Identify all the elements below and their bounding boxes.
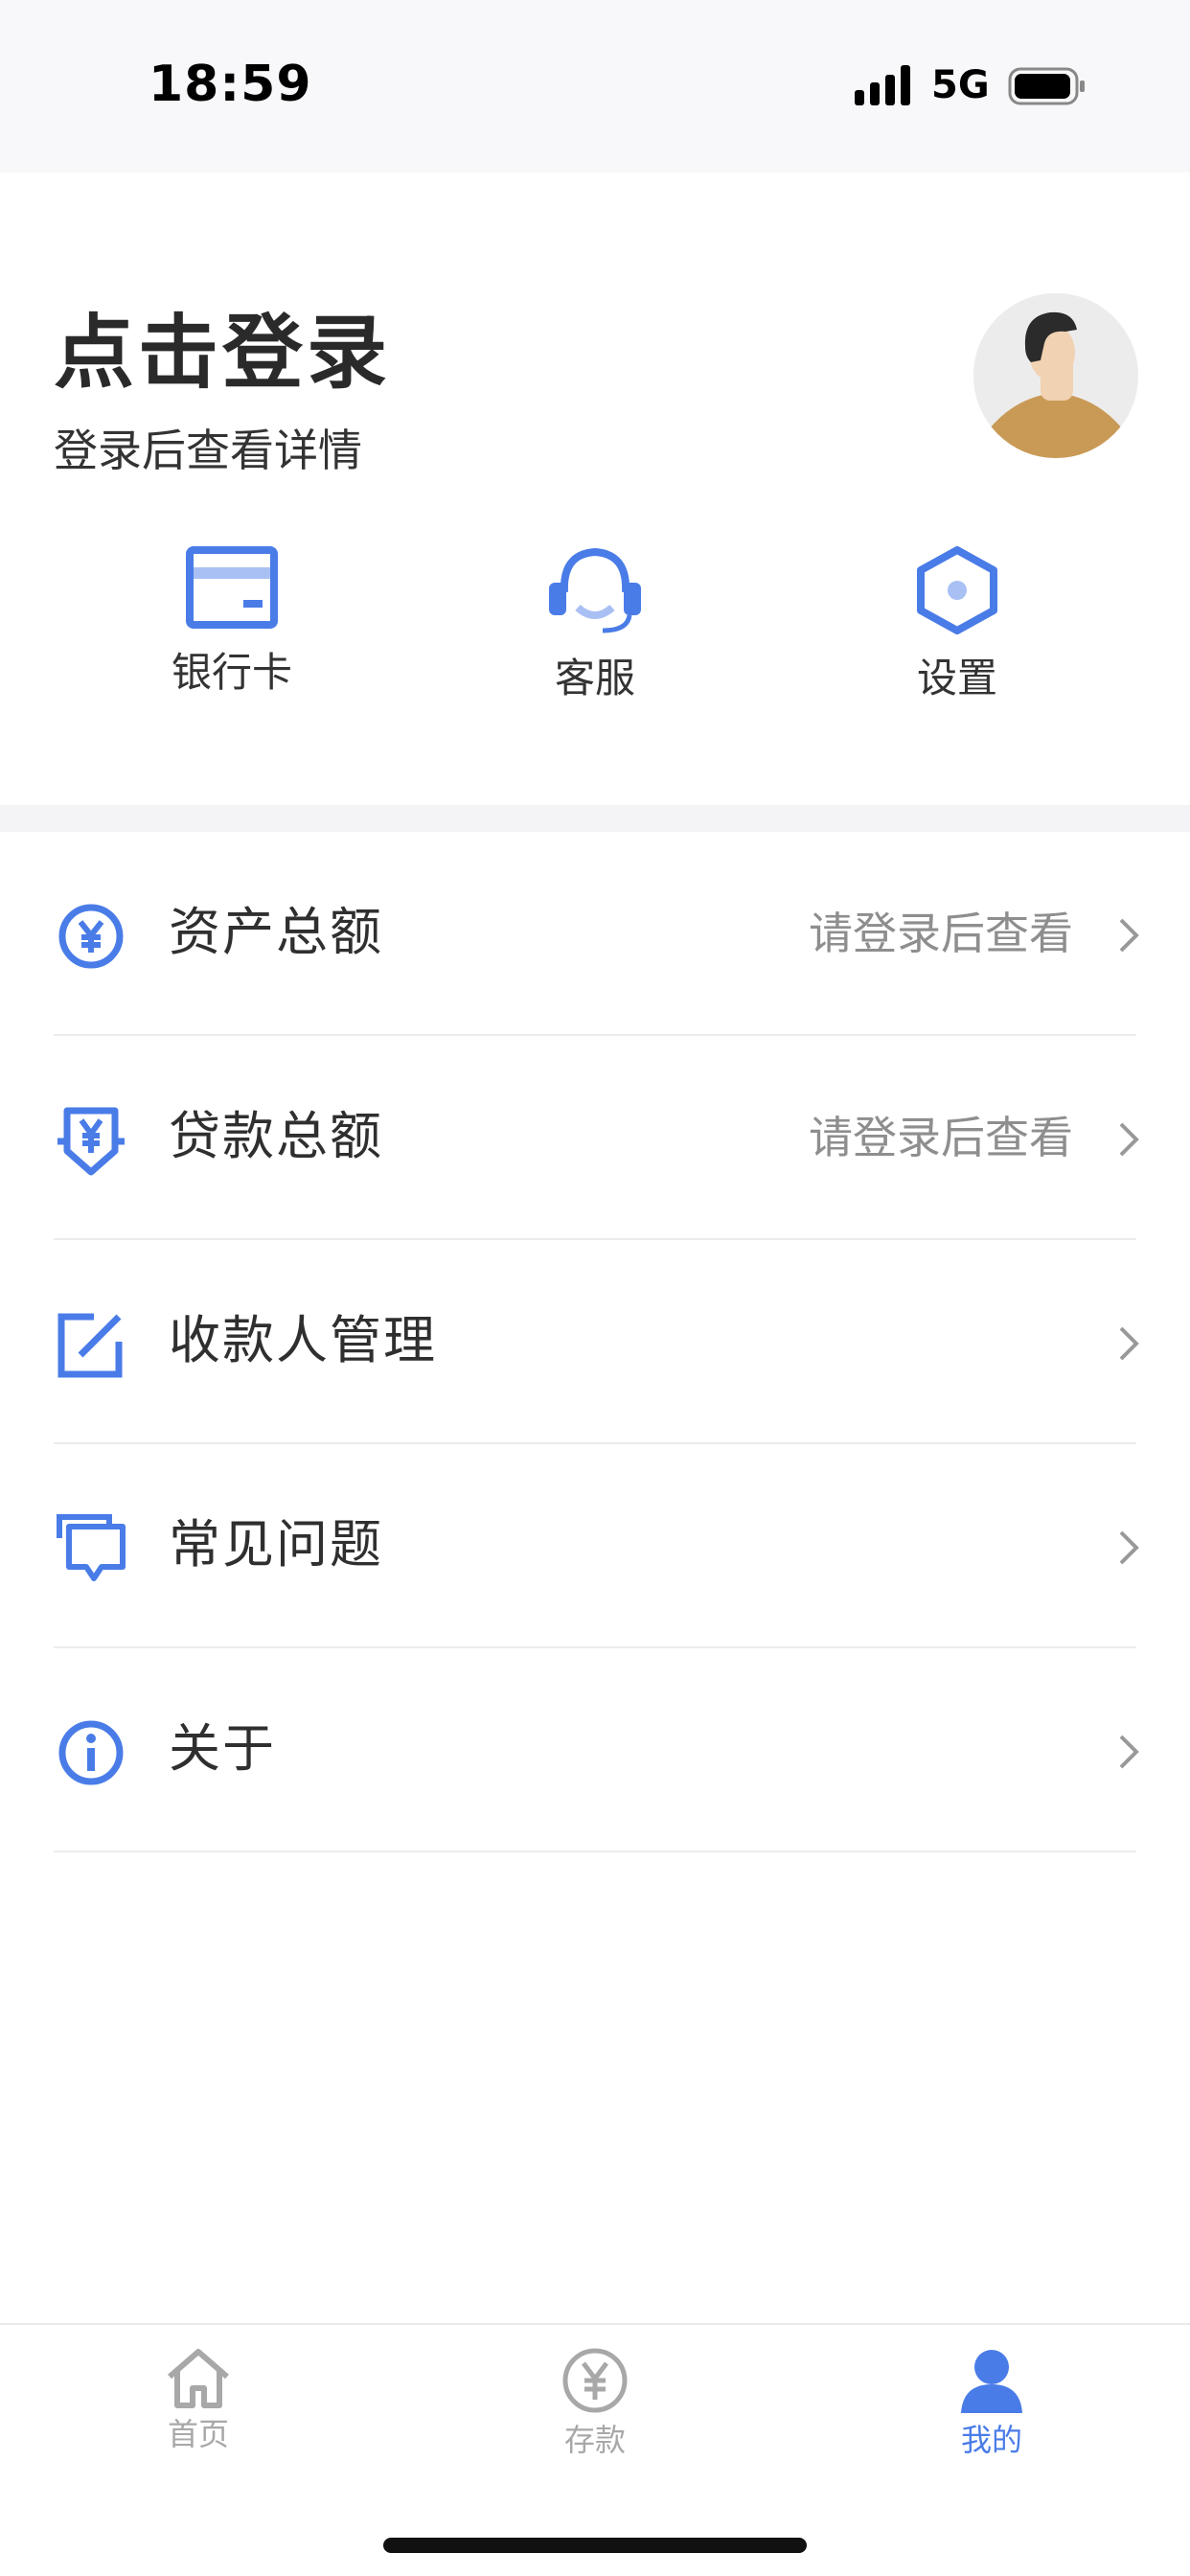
battery-icon <box>1008 67 1085 105</box>
yen-coin-icon <box>562 2348 628 2413</box>
menu-label: 收款人管理 <box>169 1310 437 1370</box>
tab-mine-label: 我的 <box>960 2422 1022 2458</box>
menu-item-about[interactable]: 关于 <box>0 1648 1190 1852</box>
section-separator <box>0 805 1190 832</box>
login-subtitle: 登录后查看详情 <box>54 425 362 476</box>
signal-icon <box>855 65 910 105</box>
tab-deposit[interactable]: 存款 <box>499 2346 691 2459</box>
home-icon <box>168 2349 229 2408</box>
bank-card-label: 银行卡 <box>171 649 292 696</box>
menu-hint: 请登录后查看 <box>809 1112 1073 1163</box>
menu-hint: 请登录后查看 <box>809 908 1073 959</box>
bank-card-button[interactable]: 银行卡 <box>107 546 356 728</box>
menu-item-faq[interactable]: 常见问题 <box>0 1444 1190 1648</box>
menu-label: 贷款总额 <box>169 1106 383 1166</box>
menu-item-total-loans[interactable]: 贷款总额 请登录后查看 <box>0 1036 1190 1240</box>
customer-service-label: 客服 <box>554 655 635 702</box>
person-icon <box>961 2350 1022 2413</box>
chevron-right-icon <box>1119 1530 1139 1565</box>
bank-card-icon <box>186 546 278 629</box>
chevron-right-icon <box>1119 1735 1139 1769</box>
info-icon <box>58 1720 124 1785</box>
edit-icon <box>57 1313 123 1378</box>
hexagon-settings-icon <box>917 546 997 634</box>
menu-item-payee-management[interactable]: 收款人管理 <box>0 1240 1190 1444</box>
headset-icon <box>549 547 641 633</box>
menu-item-total-assets[interactable]: 资产总额 请登录后查看 <box>0 832 1190 1036</box>
tab-deposit-label: 存款 <box>563 2422 626 2458</box>
chevron-right-icon <box>1119 1122 1139 1157</box>
chat-icon <box>57 1514 126 1581</box>
menu-label: 资产总额 <box>169 902 383 962</box>
menu-list: 资产总额 请登录后查看 贷款总额 请登录后查看 收款人管理 常见问题 关于 <box>0 832 1190 1852</box>
settings-label: 设置 <box>916 655 997 702</box>
chevron-right-icon <box>1119 1326 1139 1361</box>
menu-label: 常见问题 <box>169 1514 383 1575</box>
tab-mine[interactable]: 我的 <box>896 2346 1087 2459</box>
customer-service-button[interactable]: 客服 <box>470 546 720 728</box>
yen-shield-icon <box>57 1107 125 1176</box>
user-avatar-icon[interactable] <box>973 293 1138 458</box>
status-time: 18:59 <box>149 56 312 113</box>
yen-circle-icon <box>58 904 124 969</box>
divider <box>54 1851 1136 1852</box>
network-type: 5G <box>931 63 990 107</box>
tab-home-label: 首页 <box>167 2416 229 2452</box>
status-bar: 18:59 5G <box>0 0 1190 172</box>
settings-button[interactable]: 设置 <box>833 546 1082 728</box>
menu-label: 关于 <box>169 1718 276 1779</box>
login-title[interactable]: 点击登录 <box>54 305 391 401</box>
home-indicator <box>383 2538 807 2553</box>
chevron-right-icon <box>1119 918 1139 953</box>
tab-home[interactable]: 首页 <box>103 2346 294 2453</box>
